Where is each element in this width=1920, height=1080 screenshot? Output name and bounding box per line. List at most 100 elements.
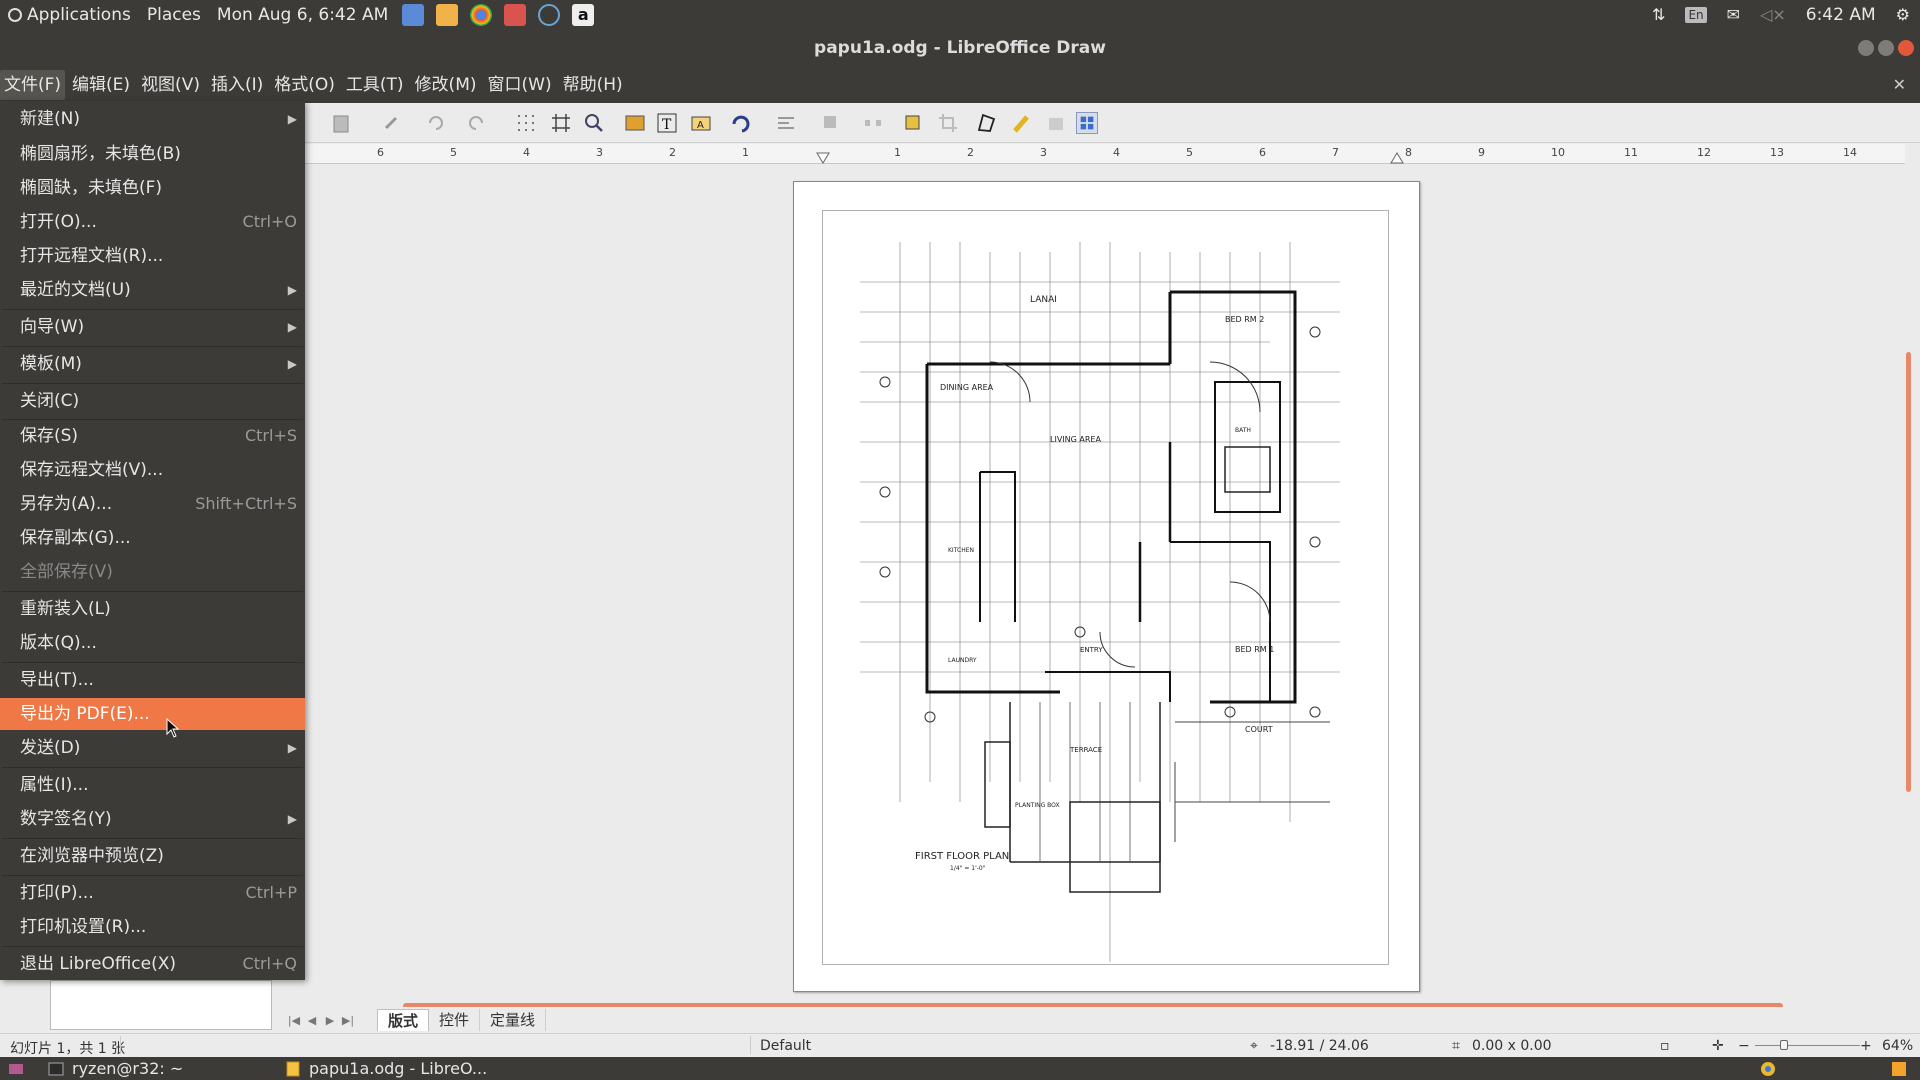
zoom-level[interactable]: 64% bbox=[1882, 1038, 1913, 1054]
menu-item-save-remote[interactable]: 保存远程文档(V)... bbox=[0, 454, 305, 486]
menu-tools[interactable]: 工具(T) bbox=[342, 70, 408, 100]
draw-tray-icon[interactable] bbox=[1890, 1058, 1908, 1079]
menu-item-save-all[interactable]: 全部保存(V) bbox=[0, 556, 305, 588]
menu-item-open[interactable]: 打开(O)... Ctrl+O bbox=[0, 206, 305, 238]
menu-help[interactable]: 帮助(H) bbox=[559, 70, 627, 100]
minimize-icon[interactable] bbox=[1858, 40, 1874, 56]
tab-dimension-lines[interactable]: 定量线 bbox=[480, 1009, 547, 1031]
slide-thumbnail[interactable] bbox=[50, 980, 272, 1030]
rotate-icon[interactable] bbox=[730, 112, 752, 134]
menu-view[interactable]: 视图(V) bbox=[137, 70, 204, 100]
shadow-icon[interactable] bbox=[902, 112, 924, 134]
files-launcher-icon[interactable] bbox=[504, 3, 527, 26]
undo-icon[interactable] bbox=[425, 112, 447, 134]
menu-item-properties[interactable]: 属性(I)... bbox=[0, 769, 305, 801]
menu-item-print[interactable]: 打印(P)... Ctrl+P bbox=[0, 877, 305, 909]
datetime[interactable]: Mon Aug 6, 6:42 AM bbox=[217, 5, 388, 25]
menu-item-templates[interactable]: 模板(M) ▶ bbox=[0, 348, 305, 380]
last-tab-icon[interactable]: ▶| bbox=[339, 1014, 357, 1027]
menu-item-open-remote[interactable]: 打开远程文档(R)... bbox=[0, 240, 305, 272]
prev-tab-icon[interactable]: ◀ bbox=[303, 1014, 321, 1027]
menu-modify[interactable]: 修改(M) bbox=[411, 70, 481, 100]
gear-icon[interactable]: ⚙ bbox=[1896, 5, 1910, 24]
master-layout[interactable]: Default bbox=[760, 1038, 811, 1054]
menu-edit[interactable]: 编辑(E) bbox=[68, 70, 134, 100]
fontwork-icon[interactable]: A bbox=[690, 112, 712, 134]
next-tab-icon[interactable]: ▶ bbox=[321, 1014, 339, 1027]
taskbar-terminal[interactable]: ryzen@r32: ~ bbox=[48, 1058, 183, 1079]
fit-page-icon[interactable]: ✛ bbox=[1712, 1038, 1724, 1054]
document-launcher-icon[interactable] bbox=[402, 3, 425, 26]
menu-item-save-as[interactable]: 另存为(A)... Shift+Ctrl+S bbox=[0, 488, 305, 520]
menu-window[interactable]: 窗口(W) bbox=[484, 70, 556, 100]
menu-item-recent[interactable]: 最近的文档(U) ▶ bbox=[0, 274, 305, 306]
menu-item-ellipse-sector[interactable]: 椭圆扇形，未填色(B) bbox=[0, 138, 305, 170]
text-box-icon[interactable]: T bbox=[656, 112, 678, 134]
zoom-in-icon[interactable]: + bbox=[1860, 1038, 1872, 1054]
menu-item-ellipse-segment[interactable]: 椭圆缺，未填色(F) bbox=[0, 172, 305, 204]
close-icon[interactable] bbox=[1898, 40, 1914, 56]
mail-icon[interactable]: ✉ bbox=[1727, 5, 1740, 24]
amazon-launcher-icon[interactable]: a bbox=[572, 3, 595, 26]
document-modified-icon[interactable]: ▫ bbox=[1660, 1038, 1670, 1054]
zoom-out-icon[interactable]: − bbox=[1738, 1038, 1750, 1054]
menu-item-send[interactable]: 发送(D) ▶ bbox=[0, 732, 305, 764]
menu-item-reload[interactable]: 重新装入(L) bbox=[0, 593, 305, 625]
extrusion-icon[interactable] bbox=[1045, 112, 1067, 134]
right-margin-marker-icon[interactable] bbox=[1390, 152, 1404, 164]
glue-points-icon[interactable] bbox=[1010, 112, 1032, 134]
crop-icon[interactable] bbox=[937, 112, 959, 134]
display-views-icon[interactable] bbox=[1076, 112, 1098, 134]
horizontal-ruler[interactable]: 6 5 4 3 2 1 1 2 3 4 5 6 7 8 9 10 11 12 1… bbox=[305, 144, 1905, 164]
menu-item-preview-browser[interactable]: 在浏览器中预览(Z) bbox=[0, 840, 305, 872]
tab-controls[interactable]: 控件 bbox=[429, 1009, 481, 1031]
steam-launcher-icon[interactable] bbox=[538, 3, 561, 26]
close-document-icon[interactable]: ✕ bbox=[1893, 75, 1906, 94]
chrome-tray-icon[interactable] bbox=[1760, 1058, 1776, 1079]
left-margin-marker-icon[interactable] bbox=[816, 152, 830, 164]
helplines-icon[interactable] bbox=[550, 112, 572, 134]
notes-launcher-icon[interactable] bbox=[436, 3, 459, 26]
places-menu[interactable]: Places bbox=[147, 5, 201, 25]
menu-file[interactable]: 文件(F) bbox=[0, 70, 66, 100]
arrange-icon[interactable] bbox=[820, 112, 842, 134]
clock[interactable]: 6:42 AM bbox=[1806, 5, 1876, 25]
zoom-slider-handle[interactable] bbox=[1780, 1040, 1788, 1050]
window-title-bar[interactable]: papu1a.odg - LibreOffice Draw bbox=[0, 29, 1920, 67]
volume-muted-icon[interactable]: ◁× bbox=[1760, 5, 1786, 24]
taskbar-libreoffice[interactable]: papu1a.odg - LibreO... bbox=[285, 1058, 487, 1079]
vertical-scroll-thumb[interactable] bbox=[1906, 352, 1911, 792]
menu-item-save-copy[interactable]: 保存副本(G)... bbox=[0, 522, 305, 554]
menu-item-export-pdf[interactable]: 导出为 PDF(E)... bbox=[0, 698, 305, 730]
grid-icon[interactable] bbox=[515, 112, 537, 134]
show-desktop-icon[interactable] bbox=[8, 1058, 24, 1079]
menu-format[interactable]: 格式(O) bbox=[270, 70, 339, 100]
first-tab-icon[interactable]: |◀ bbox=[285, 1014, 303, 1027]
menu-item-export[interactable]: 导出(T)... bbox=[0, 664, 305, 696]
paste-icon[interactable] bbox=[330, 112, 352, 134]
menu-item-close[interactable]: 关闭(C) bbox=[0, 385, 305, 417]
keyboard-indicator[interactable]: En bbox=[1685, 6, 1707, 23]
clone-formatting-icon[interactable] bbox=[380, 112, 402, 134]
redo-icon[interactable] bbox=[465, 112, 487, 134]
chrome-launcher-icon[interactable] bbox=[470, 3, 493, 26]
menu-item-digital-signatures[interactable]: 数字签名(Y) ▶ bbox=[0, 803, 305, 835]
menu-item-save[interactable]: 保存(S) Ctrl+S bbox=[0, 420, 305, 452]
menu-insert[interactable]: 插入(I) bbox=[207, 70, 267, 100]
menu-item-new[interactable]: 新建(N) ▶ bbox=[0, 103, 305, 135]
zoom-slider[interactable] bbox=[1755, 1045, 1860, 1046]
tab-layout[interactable]: 版式 bbox=[377, 1009, 430, 1031]
menu-item-wizards[interactable]: 向导(W) ▶ bbox=[0, 311, 305, 343]
insert-image-icon[interactable] bbox=[624, 112, 646, 134]
points-icon[interactable] bbox=[975, 112, 997, 134]
drawing-page[interactable]: LANAI DINING AREA LIVING AREA KITCHEN LA… bbox=[793, 181, 1420, 992]
network-icon[interactable]: ⇅ bbox=[1652, 5, 1665, 24]
zoom-icon[interactable] bbox=[583, 112, 605, 134]
menu-item-printer-settings[interactable]: 打印机设置(R)... bbox=[0, 911, 305, 943]
align-icon[interactable] bbox=[775, 112, 797, 134]
menu-item-exit[interactable]: 退出 LibreOffice(X) Ctrl+Q bbox=[0, 948, 305, 980]
maximize-icon[interactable] bbox=[1878, 40, 1894, 56]
distribute-icon[interactable] bbox=[862, 112, 884, 134]
floor-plan-drawing[interactable]: LANAI DINING AREA LIVING AREA KITCHEN LA… bbox=[830, 242, 1385, 962]
menu-item-versions[interactable]: 版本(Q)... bbox=[0, 627, 305, 659]
